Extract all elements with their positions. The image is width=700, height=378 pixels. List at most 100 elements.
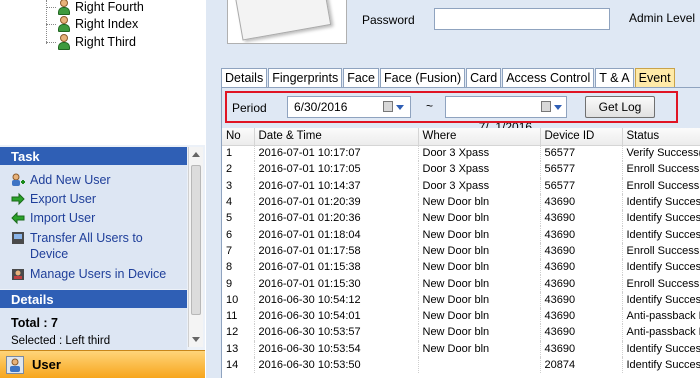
- task-header[interactable]: Task: [0, 147, 187, 165]
- cell-date-time: 2016-07-01 01:15:30: [254, 275, 419, 292]
- left-pane: Right Fourth Right Index Right Third Tas…: [0, 0, 205, 378]
- cell-status: Enroll Success: [622, 161, 700, 178]
- tab-event[interactable]: Event: [634, 68, 675, 87]
- task-item-label: Export User: [30, 192, 96, 206]
- cell-no: 4: [222, 193, 255, 211]
- details-header[interactable]: Details: [0, 290, 187, 308]
- add-new-user-link[interactable]: Add New User: [11, 172, 111, 188]
- table-row[interactable]: 7 2016-07-01 01:17:58 New Door bln 43690 Enr…: [222, 242, 700, 260]
- table-row[interactable]: 12 2016-06-30 10:53:57 New Door bln 43690 An…: [222, 324, 700, 341]
- cell-no: 10: [222, 291, 255, 308]
- left-scrollbar[interactable]: [188, 147, 203, 347]
- cell-no: 1: [222, 145, 255, 162]
- user-photo[interactable]: [227, 0, 347, 44]
- cell-device-id: 56577: [540, 161, 623, 178]
- cell-device-id: 43690: [540, 340, 623, 357]
- tab-face-fusion[interactable]: Face (Fusion): [380, 68, 466, 87]
- tab-face[interactable]: Face: [343, 68, 380, 87]
- cell-no: 5: [222, 210, 255, 227]
- cell-device-id: 43690: [540, 242, 623, 260]
- cell-where: New Door bln: [418, 324, 541, 341]
- cell-where: New Door bln: [418, 259, 541, 276]
- table-row[interactable]: 5 2016-07-01 01:20:36 New Door bln 43690 Ide…: [222, 210, 700, 227]
- column-header-no[interactable]: No: [222, 128, 255, 146]
- table-row[interactable]: 1 2016-07-01 10:17:07 Door 3 Xpass 56577 Ver…: [222, 145, 700, 162]
- cell-where: [418, 356, 541, 374]
- tree-item-right-third[interactable]: Right Third: [46, 33, 136, 51]
- table-row[interactable]: 11 2016-06-30 10:54:01 New Door bln 43690 An…: [222, 307, 700, 325]
- event-panel: Period 6/30/2016 ~ 7/ 1/2016 Get Log No: [221, 87, 700, 378]
- export-user-link[interactable]: Export User: [11, 191, 96, 207]
- cell-where: New Door bln: [418, 242, 541, 260]
- task-item-label: Manage Users in Device: [30, 267, 167, 281]
- scroll-up-arrow-icon[interactable]: [192, 152, 200, 157]
- cell-no: 14: [222, 356, 255, 374]
- table-body: 1 2016-07-01 10:17:07 Door 3 Xpass 56577 Ver…: [222, 145, 700, 374]
- table-row[interactable]: 10 2016-06-30 10:54:12 New Door bln 43690 Id…: [222, 291, 700, 308]
- cell-no: 11: [222, 307, 255, 325]
- cell-date-time: 2016-07-01 10:17:07: [254, 145, 419, 162]
- table-row[interactable]: 3 2016-07-01 10:14:37 Door 3 Xpass 56577 Enr…: [222, 177, 700, 194]
- column-header-status[interactable]: Status: [622, 128, 700, 146]
- cell-no: 6: [222, 226, 255, 243]
- user-icon: [57, 16, 71, 32]
- column-header-device-id[interactable]: Device ID: [540, 128, 623, 146]
- scrollbar-thumb[interactable]: [191, 165, 201, 315]
- cell-date-time: 2016-06-30 10:53:57: [254, 324, 419, 341]
- tab-details[interactable]: Details: [221, 68, 268, 87]
- cell-date-time: 2016-06-30 10:54:12: [254, 291, 419, 308]
- tab-fingerprints[interactable]: Fingerprints: [268, 68, 343, 87]
- table-row[interactable]: 8 2016-07-01 01:15:38 New Door bln 43690 Ide…: [222, 259, 700, 276]
- cell-status: Enroll Success: [622, 275, 700, 292]
- cell-where: New Door bln: [418, 340, 541, 357]
- task-item-label: Import User: [30, 211, 96, 225]
- cell-device-id: 56577: [540, 177, 623, 194]
- table-row[interactable]: 4 2016-07-01 01:20:39 New Door bln 43690 Ide…: [222, 193, 700, 211]
- photo-placeholder: [234, 0, 332, 41]
- manage-users-in-device-link[interactable]: Manage Users in Device: [11, 266, 166, 282]
- cell-where: Door 3 Xpass: [418, 177, 541, 194]
- cell-date-time: 2016-07-01 01:20:39: [254, 193, 419, 211]
- cell-no: 8: [222, 259, 255, 276]
- cell-no: 3: [222, 177, 255, 194]
- cell-date-time: 2016-06-30 10:53:50: [254, 356, 419, 374]
- tab-access-control[interactable]: Access Control: [502, 68, 595, 87]
- tree-item-right-fourth[interactable]: Right Fourth: [46, 0, 144, 16]
- table-row[interactable]: 6 2016-07-01 01:18:04 New Door bln 43690 Ide…: [222, 226, 700, 243]
- tab-card[interactable]: Card: [466, 68, 502, 87]
- cell-where: New Door bln: [418, 275, 541, 292]
- total-count: Total : 7: [11, 316, 58, 330]
- cell-status: Anti-passback F: [622, 324, 700, 341]
- column-header-date-time[interactable]: Date & Time: [254, 128, 419, 146]
- tree-item-label: Right Fourth: [75, 0, 144, 14]
- user-nav-button[interactable]: User: [0, 350, 205, 378]
- cell-status: Identify Succes: [622, 210, 700, 227]
- table-row[interactable]: 14 2016-06-30 10:53:50 20874 Identify Succe…: [222, 356, 700, 374]
- tab-t-and-a[interactable]: T & A: [595, 68, 634, 87]
- password-label: Password: [362, 13, 415, 27]
- scroll-down-arrow-icon[interactable]: [192, 337, 200, 342]
- user-module-icon: [6, 355, 24, 374]
- table-header-row: No Date & Time Where Device ID Status: [222, 128, 700, 146]
- cell-status: Identify Succes: [622, 259, 700, 276]
- detail-tabs: Details Fingerprints Face Face (Fusion) …: [221, 68, 676, 87]
- cell-device-id: 56577: [540, 145, 623, 162]
- tree-item-label: Right Index: [75, 17, 139, 31]
- table-row[interactable]: 2 2016-07-01 10:17:05 Door 3 Xpass 56577 Enr…: [222, 161, 700, 178]
- manage-users-icon: [11, 267, 25, 281]
- transfer-all-users-link[interactable]: Transfer All Users to Device: [11, 230, 181, 262]
- import-user-link[interactable]: Import User: [11, 210, 95, 226]
- table-row[interactable]: 13 2016-06-30 10:53:54 New Door bln 43690 Id…: [222, 340, 700, 357]
- cell-date-time: 2016-07-01 01:18:04: [254, 226, 419, 243]
- cell-no: 13: [222, 340, 255, 357]
- cell-device-id: 43690: [540, 307, 623, 325]
- cell-where: Door 3 Xpass: [418, 161, 541, 178]
- cell-status: Enroll Success: [622, 242, 700, 260]
- cell-date-time: 2016-06-30 10:54:01: [254, 307, 419, 325]
- table-row[interactable]: 9 2016-07-01 01:15:30 New Door bln 43690 Enr…: [222, 275, 700, 292]
- cell-no: 7: [222, 242, 255, 260]
- column-header-where[interactable]: Where: [418, 128, 541, 146]
- tree-item-right-index[interactable]: Right Index: [46, 15, 138, 33]
- cell-device-id: 43690: [540, 226, 623, 243]
- password-field[interactable]: [434, 8, 610, 30]
